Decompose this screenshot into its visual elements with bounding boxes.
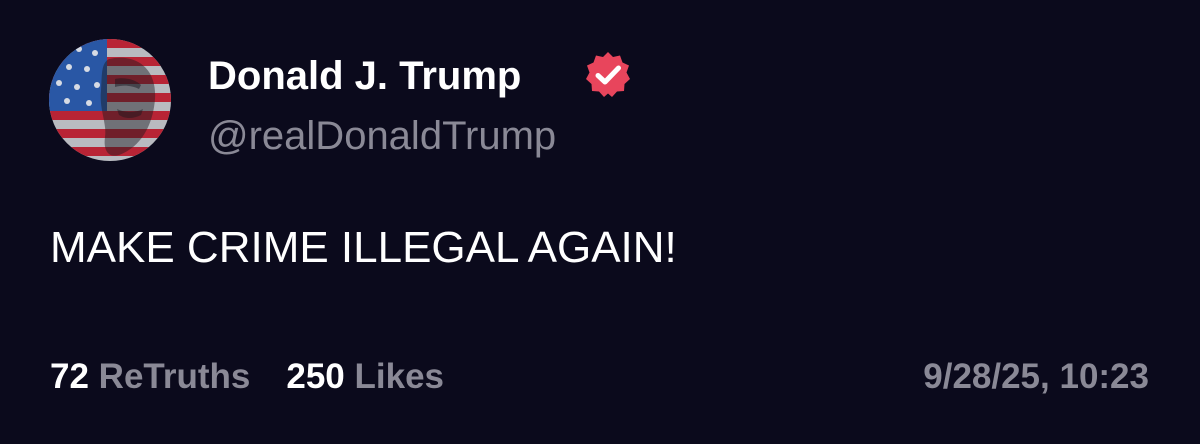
author-handle[interactable]: @realDonaldTrump <box>208 112 556 160</box>
post-stats: 72 ReTruths 250 Likes <box>50 355 444 399</box>
author-display-name[interactable]: Donald J. Trump <box>208 52 521 100</box>
verified-badge-icon <box>586 52 630 97</box>
post-card: Donald J. Trump @realDonaldTrump MAKE CR… <box>0 0 1200 444</box>
retruths-label: ReTruths <box>98 357 251 396</box>
retruths-stat[interactable]: 72 ReTruths <box>50 355 250 399</box>
likes-count: 250 <box>286 357 345 396</box>
post-text: MAKE CRIME ILLEGAL AGAIN! <box>50 223 677 272</box>
likes-label: Likes <box>354 357 445 396</box>
post-timestamp[interactable]: 9/28/25, 10:23 <box>923 355 1149 399</box>
avatar[interactable] <box>49 39 171 161</box>
avatar-flag-face-icon <box>49 39 171 161</box>
likes-stat[interactable]: 250 Likes <box>286 355 444 399</box>
retruths-count: 72 <box>50 357 89 396</box>
